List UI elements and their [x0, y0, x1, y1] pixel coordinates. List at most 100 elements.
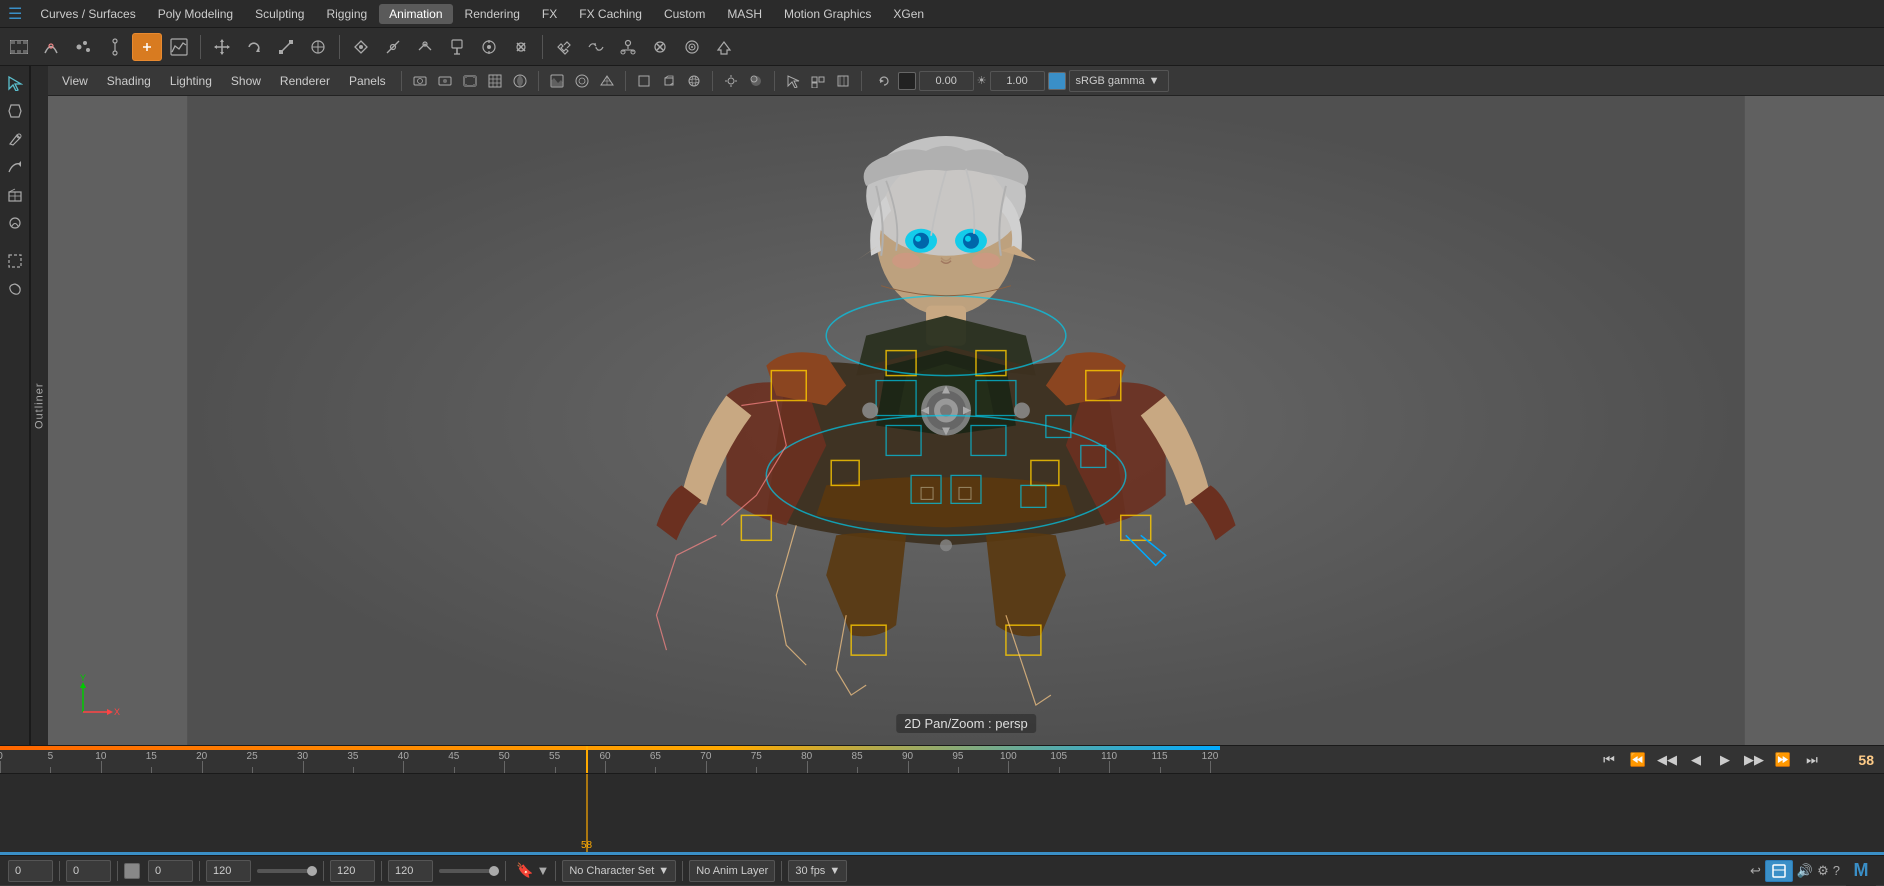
select-tool-icon[interactable]	[2, 70, 28, 96]
menu-item-rigging[interactable]: Rigging	[316, 4, 377, 24]
vp-sphere-btn[interactable]	[683, 70, 705, 92]
toolbar-arrow-btn[interactable]	[709, 33, 739, 61]
lasso-select-icon[interactable]	[2, 276, 28, 302]
vp-cube-persp-btn[interactable]	[658, 70, 680, 92]
no-anim-layer-dropdown[interactable]: No Anim Layer	[689, 860, 775, 882]
viewport-menu-renderer[interactable]: Renderer	[272, 72, 338, 90]
vp-render-btn[interactable]	[571, 70, 593, 92]
menu-item-fx-caching[interactable]: FX Caching	[569, 4, 652, 24]
vp-refresh-btn[interactable]	[873, 70, 895, 92]
vp-value1-input[interactable]	[919, 71, 974, 91]
status-settings-btn[interactable]: ⚙	[1817, 863, 1829, 879]
menu-item-mash[interactable]: MASH	[717, 4, 772, 24]
pb-next-key[interactable]: ⏩	[1771, 748, 1795, 772]
pb-step-forward[interactable]: ▶▶	[1742, 748, 1766, 772]
toolbar-aim-btn[interactable]	[474, 33, 504, 61]
toolbar-target-btn[interactable]	[677, 33, 707, 61]
toolbar-graph-btn[interactable]	[164, 33, 194, 61]
menu-item-rendering[interactable]: Rendering	[455, 4, 530, 24]
paint-tool-icon[interactable]	[2, 126, 28, 152]
menu-item-animation[interactable]: Animation	[379, 4, 452, 24]
vp-cube-front-btn[interactable]	[633, 70, 655, 92]
status-audio-btn[interactable]: 🔊	[1797, 863, 1813, 879]
fps-dropdown[interactable]: 30 fps ▼	[788, 860, 847, 882]
pb-skip-to-start[interactable]: ⏮	[1597, 748, 1621, 772]
status-input-4[interactable]	[206, 860, 251, 882]
menu-item-xgen[interactable]: XGen	[883, 4, 934, 24]
pb-step-back2[interactable]: ◀	[1684, 748, 1708, 772]
vp-shadow-btn[interactable]	[745, 70, 767, 92]
viewport-menu-shading[interactable]: Shading	[99, 72, 159, 90]
curve-tool-icon[interactable]	[2, 154, 28, 180]
vp-lasso-mode-btn[interactable]	[807, 70, 829, 92]
toolbar-arc-btn[interactable]	[36, 33, 66, 61]
tick-label-95: 95	[952, 751, 963, 762]
tick-label-80: 80	[801, 751, 812, 762]
toolbar-link-btn[interactable]	[549, 33, 579, 61]
toolbar-ik-btn[interactable]	[378, 33, 408, 61]
no-character-set-dropdown[interactable]: No Character Set ▼	[562, 860, 676, 882]
vp-select-mode-btn[interactable]	[782, 70, 804, 92]
toolbar-rotate-btn[interactable]	[239, 33, 269, 61]
toolbar-move-btn[interactable]	[207, 33, 237, 61]
sculpt-tool-icon[interactable]	[2, 210, 28, 236]
toolbar-universal-btn[interactable]	[303, 33, 333, 61]
toolbar-skeleton-btn[interactable]	[100, 33, 130, 61]
menu-item-sculpting[interactable]: Sculpting	[245, 4, 314, 24]
toolbar-scale-btn[interactable]	[271, 33, 301, 61]
viewport-canvas[interactable]: Y X 2D Pan/Zoom : persp	[48, 96, 1884, 745]
status-input-6[interactable]	[388, 860, 433, 882]
status-input-1[interactable]	[8, 860, 53, 882]
status-input-3[interactable]	[148, 860, 193, 882]
status-range-slider-2[interactable]	[439, 869, 499, 873]
viewport-menu-show[interactable]: Show	[223, 72, 269, 90]
toolbar-unparent-btn[interactable]	[645, 33, 675, 61]
viewport-menu-panels[interactable]: Panels	[341, 72, 394, 90]
viewport-menu-lighting[interactable]: Lighting	[162, 72, 220, 90]
menu-item-curves-surfaces[interactable]: Curves / Surfaces	[30, 4, 145, 24]
menu-item-poly-modeling[interactable]: Poly Modeling	[148, 4, 243, 24]
toolbar-particles-btn[interactable]	[68, 33, 98, 61]
pb-skip-to-end[interactable]: ⏭	[1800, 748, 1824, 772]
vp-light-btn[interactable]	[720, 70, 742, 92]
toolbar-keyframe-btn[interactable]	[132, 33, 162, 61]
menu-item-custom[interactable]: Custom	[654, 4, 715, 24]
toolbar-filmstrip-btn[interactable]	[4, 33, 34, 61]
vp-colorspace-dropdown[interactable]: sRGB gamma ▼	[1069, 70, 1169, 92]
vp-paint-select-btn[interactable]	[832, 70, 854, 92]
status-help-btn[interactable]: ?	[1833, 863, 1840, 878]
box-select-icon[interactable]	[2, 248, 28, 274]
toolbar-constraint-btn[interactable]	[506, 33, 536, 61]
toolbar-parent-btn[interactable]	[613, 33, 643, 61]
lattice-tool-icon[interactable]	[2, 182, 28, 208]
status-undo-btn[interactable]: ↩	[1750, 863, 1761, 879]
vp-wireframe-btn[interactable]	[596, 70, 618, 92]
status-input-2[interactable]	[66, 860, 111, 882]
bookmark-icon[interactable]: 🔖	[516, 862, 533, 879]
vp-film-btn[interactable]	[459, 70, 481, 92]
vp-grid-btn[interactable]	[484, 70, 506, 92]
bookmark-dropdown[interactable]: ▼	[536, 863, 549, 878]
status-input-5[interactable]	[330, 860, 375, 882]
toolbar-pin-btn[interactable]	[442, 33, 472, 61]
pb-step-back[interactable]: ◀◀	[1655, 748, 1679, 772]
viewport[interactable]: View Shading Lighting Show Renderer Pane…	[48, 66, 1884, 745]
vp-texture-btn[interactable]	[546, 70, 568, 92]
status-active-btn[interactable]	[1765, 860, 1793, 882]
menu-item-motion-graphics[interactable]: Motion Graphics	[774, 4, 881, 24]
timeline-ruler[interactable]: 0510152025303540455055606570758085909510…	[0, 746, 1884, 774]
vp-shading-btn[interactable]	[509, 70, 531, 92]
viewport-menu-view[interactable]: View	[54, 72, 96, 90]
toolbar-snap-btn[interactable]	[346, 33, 376, 61]
menu-item-fx[interactable]: FX	[532, 4, 567, 24]
toolbar-break-link-btn[interactable]	[581, 33, 611, 61]
pb-prev-key[interactable]: ⏪	[1626, 748, 1650, 772]
vp-camera-btn[interactable]	[409, 70, 431, 92]
pb-play[interactable]: ▶	[1713, 748, 1737, 772]
timeline-content[interactable]: 58	[0, 774, 1884, 855]
transform-tool-icon[interactable]	[2, 98, 28, 124]
vp-value2-input[interactable]	[990, 71, 1045, 91]
vp-camera2-btn[interactable]	[434, 70, 456, 92]
toolbar-ik2-btn[interactable]	[410, 33, 440, 61]
status-range-slider[interactable]	[257, 869, 317, 873]
